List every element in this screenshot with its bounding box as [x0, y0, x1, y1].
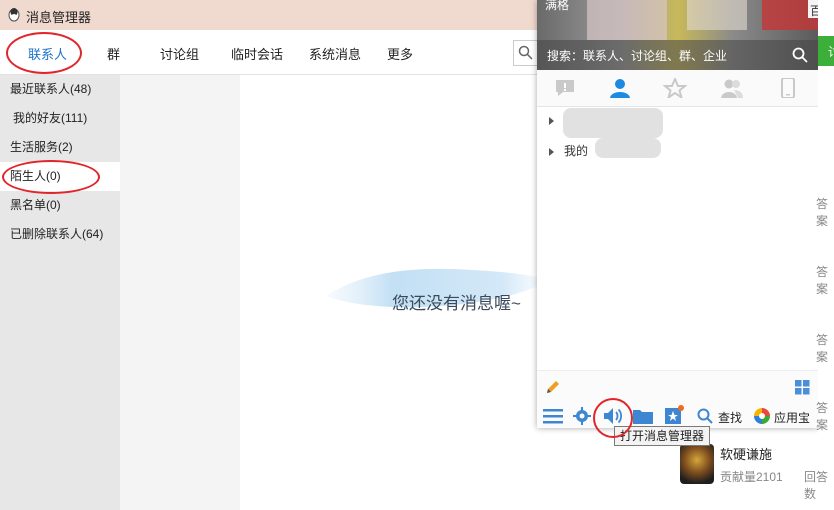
blurred-group-suffix [595, 138, 661, 158]
expand-arrow-icon [549, 147, 554, 156]
search-icon [518, 45, 533, 60]
qq-penguin-icon [8, 8, 20, 22]
window-title: 消息管理器 [26, 10, 92, 25]
app-store-label[interactable]: 应用宝 [774, 409, 810, 426]
find-label[interactable]: 查找 [718, 409, 742, 426]
favorites-star-icon[interactable] [663, 78, 687, 98]
background-answer-label: 答案 [816, 333, 829, 364]
contribution-count: 贡献量2101 [720, 470, 783, 484]
expand-arrow-icon [549, 116, 554, 125]
background-answer-label: 答案 [816, 265, 829, 296]
edit-pencil-icon[interactable] [545, 379, 561, 395]
avatar[interactable] [680, 444, 714, 484]
message-search-field[interactable] [513, 40, 538, 66]
contact-group-item[interactable]: 我的 [549, 142, 588, 159]
tab-system-messages[interactable]: 系统消息 [309, 44, 361, 63]
contacts-person-icon[interactable] [608, 78, 632, 98]
tab-discussion-groups[interactable]: 讨论组 [160, 44, 199, 63]
folder-icon[interactable] [633, 408, 653, 424]
conversation-list-pane [120, 75, 240, 510]
annotation-circle-contacts-tab [6, 32, 82, 74]
contact-categories-sidebar: 最近联系人(48) 我的好友(111) 生活服务(2) 陌生人(0) 黑名单(0… [0, 75, 120, 510]
mobile-device-icon[interactable] [776, 78, 800, 98]
sidebar-item-blacklist[interactable]: 黑名单(0) [0, 191, 120, 220]
background-answer-label: 答案 [816, 401, 829, 432]
user-name[interactable]: 软硬谦施 [720, 444, 772, 463]
tab-temp-sessions[interactable]: 临时会话 [231, 44, 283, 63]
background-user-card: 软硬谦施 贡献量2101 回答数 [680, 436, 834, 510]
background-green-button-label: 讨 [828, 43, 834, 60]
search-icon[interactable] [792, 47, 808, 63]
find-search-icon[interactable] [697, 408, 713, 424]
contact-group-item[interactable] [549, 113, 564, 127]
sidebar-item-recent-contacts[interactable]: 最近联系人(48) [0, 75, 120, 104]
qq-main-panel: 满格 搜索：联系人、讨论组、群、企业 我的 查找 应用宝 [537, 0, 818, 428]
qq-bottom-toolbar: 查找 应用宝 [537, 370, 818, 428]
sidebar-item-deleted-contacts[interactable]: 已删除联系人(64) [0, 220, 120, 249]
app-grid-icon[interactable] [795, 380, 810, 395]
qq-search-placeholder: 搜索：联系人、讨论组、群、企业 [547, 49, 728, 63]
background-answer-label: 答案 [816, 197, 829, 228]
annotation-circle-strangers [2, 160, 100, 194]
qq-nickname: 满格 [545, 0, 570, 12]
groups-people-icon[interactable] [720, 78, 744, 98]
annotation-circle-speaker-button [593, 398, 633, 438]
sidebar-item-my-friends[interactable]: 我的好友(111) [0, 104, 120, 133]
chat-bubble-icon[interactable] [553, 78, 577, 98]
qq-nav-tabs [537, 70, 818, 107]
tab-more[interactable]: 更多 [387, 44, 413, 63]
background-page [818, 0, 834, 510]
main-menu-icon[interactable] [543, 408, 563, 424]
sidebar-item-life-services[interactable]: 生活服务(2) [0, 133, 120, 162]
contact-group-label: 我的 [564, 144, 589, 158]
tab-groups[interactable]: 群 [107, 44, 120, 63]
qq-search-input[interactable]: 搜索：联系人、讨论组、群、企业 [537, 40, 818, 70]
blurred-group-name [563, 108, 663, 138]
empty-state-text: 您还没有消息喔~ [392, 294, 521, 313]
answered-count-label: 回答数 [804, 470, 829, 501]
settings-gear-icon[interactable] [573, 407, 591, 425]
favorites-box-icon[interactable] [664, 405, 684, 425]
background-green-button[interactable]: 讨 [818, 36, 834, 66]
app-store-icon[interactable] [753, 407, 771, 425]
